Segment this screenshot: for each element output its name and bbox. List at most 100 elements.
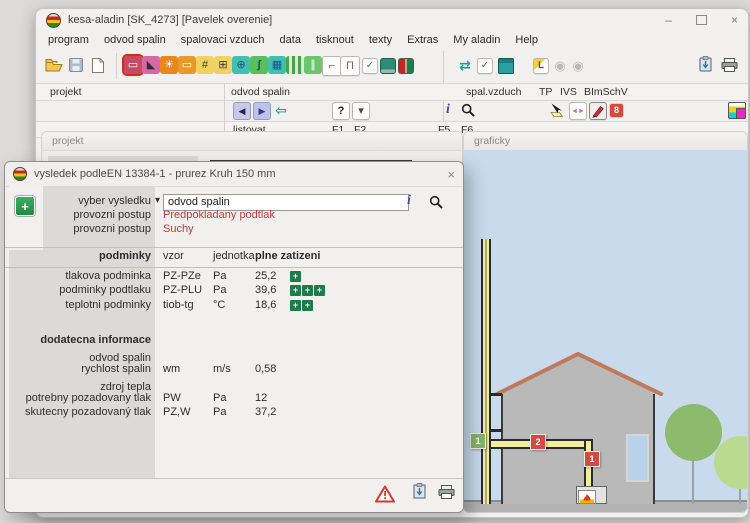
- search-f6-icon[interactable]: [460, 102, 476, 118]
- save-icon[interactable]: [67, 56, 85, 74]
- col-header-podminky: podminky: [13, 250, 151, 262]
- marker-pen-icon[interactable]: [589, 102, 607, 120]
- pointer-select-icon[interactable]: [549, 102, 565, 118]
- projekt-panel-header: projekt: [42, 132, 462, 151]
- browse-forward-icon[interactable]: ▶: [253, 102, 271, 120]
- menu-texty[interactable]: texty: [369, 34, 392, 46]
- segment-badge-2[interactable]: 2: [530, 434, 546, 450]
- browse-back-icon[interactable]: ◀: [233, 102, 251, 120]
- window-orange-icon[interactable]: ▭: [178, 56, 196, 74]
- extra-row: skutecny pozadovaný tlak PZ,W Pa 37,2: [5, 406, 463, 420]
- menu-extras[interactable]: Extras: [407, 34, 438, 46]
- col-header-vzor: vzor: [163, 250, 184, 262]
- warning-icon: [375, 485, 395, 508]
- menu-program[interactable]: program: [48, 34, 89, 46]
- provozni-value: Predpokladany podtlak: [163, 209, 275, 221]
- red-green-toggle-icon[interactable]: [398, 58, 414, 74]
- menu-bar: program odvod spalin spalovaci vzduch da…: [36, 31, 748, 49]
- dialog-print-icon[interactable]: [438, 485, 455, 504]
- building-scene: 1 2 1: [464, 150, 747, 512]
- grid-teal-icon[interactable]: ▦: [268, 56, 286, 74]
- info-f5-icon[interactable]: i: [440, 102, 456, 118]
- menu-data[interactable]: data: [280, 34, 301, 46]
- select-caret-icon[interactable]: ▾: [155, 195, 160, 206]
- pipe-icon[interactable]: ⌐: [322, 56, 342, 76]
- label-projekt: projekt: [50, 86, 82, 98]
- air-check-icon[interactable]: ✓: [477, 58, 493, 74]
- help-f1-button[interactable]: ?: [332, 102, 350, 120]
- segment-badge-1[interactable]: 1: [584, 451, 600, 467]
- flue-window-icon[interactable]: ▭: [124, 56, 142, 74]
- table-row: tlakova podminka PZ-PZe Pa 25,2 +: [5, 270, 463, 284]
- extra-info-title: dodatecna informace: [13, 334, 151, 346]
- toolbar-row1: ▭ ◣ ☀ ▭ # ⊞ ⊕ ∫ ▦ ∥ ⌐ Π ✓ ⇄ ✓ L ◉ ◉: [36, 49, 748, 83]
- provozni-label: provozni postup: [13, 223, 151, 235]
- curve-icon[interactable]: ∫: [250, 56, 268, 74]
- table-row: teplotni podminky tiob-tg °C 18,6 ++: [5, 299, 463, 313]
- air-box-icon[interactable]: [498, 58, 514, 74]
- air-swap-icon[interactable]: ⇄: [456, 56, 474, 74]
- open-project-icon[interactable]: [45, 56, 63, 74]
- minimize-button[interactable]: –: [665, 13, 672, 27]
- menu-my-aladin[interactable]: My aladin: [453, 34, 500, 46]
- col-header-plne-zatizeni: plne zatizeni: [255, 250, 320, 262]
- label-ivs: IVS: [560, 86, 577, 98]
- dialog-title-bar: vysledek podleEN 13384-1 - prurez Kruh 1…: [5, 162, 463, 187]
- chimney-bracket: [491, 429, 502, 432]
- clipboard-icon[interactable]: [696, 55, 714, 73]
- menu-spalovaci-vzduch[interactable]: spalovaci vzduch: [181, 34, 265, 46]
- roof: [493, 350, 665, 396]
- house-window: [626, 434, 649, 482]
- return-arrow-icon[interactable]: ⇦: [273, 102, 289, 118]
- result-ok-badges: +++: [290, 285, 325, 296]
- toolbar-divider: [116, 53, 117, 79]
- split-bars-icon[interactable]: ∥: [304, 56, 322, 74]
- monitor-icon[interactable]: [380, 58, 396, 74]
- new-document-icon[interactable]: [89, 56, 107, 74]
- tree-crown-dark: [665, 404, 722, 461]
- select-label: vyber vysledku: [13, 195, 151, 207]
- title-bar: kesa-aladin [SK_4273] [Pavelek overenie]…: [36, 9, 748, 31]
- result-ok-badges: +: [290, 271, 301, 282]
- chimney-pipe: [481, 239, 491, 504]
- close-button[interactable]: ×: [731, 13, 738, 27]
- node-badge-green[interactable]: 1: [470, 433, 486, 449]
- tp-icon[interactable]: L: [533, 58, 549, 74]
- mirror-arrows-icon[interactable]: ◄►: [569, 102, 587, 120]
- sun-icon[interactable]: ☀: [160, 56, 178, 74]
- label-tp: TP: [539, 86, 552, 98]
- fire-icon: [578, 490, 596, 504]
- dialog-clipboard-icon[interactable]: [413, 483, 426, 504]
- menu-help[interactable]: Help: [515, 34, 538, 46]
- window-title: kesa-aladin [SK_4273] [Pavelek overenie]: [68, 14, 272, 26]
- bars-icon: [286, 56, 304, 74]
- toolbar-row2: ◀ ▶ ⇦ ? ▾ i ◄► 8: [36, 100, 748, 121]
- dialog-logo-icon: [13, 167, 27, 181]
- check-option-icon[interactable]: ✓: [362, 58, 378, 74]
- section-icon[interactable]: #: [196, 56, 214, 74]
- number-8-icon[interactable]: 8: [609, 103, 624, 118]
- label-odvod-spalin: odvod spalin: [231, 86, 290, 98]
- crosshair-icon[interactable]: ⊕: [232, 56, 250, 74]
- grid-window-icon[interactable]: ⊞: [214, 56, 232, 74]
- menu-tisknout[interactable]: tisknout: [316, 34, 354, 46]
- table-row: podminky podtlaku PZ-PLU Pa 39,6 +++: [5, 284, 463, 298]
- app-logo-icon: [46, 13, 61, 28]
- chimney-chart-icon[interactable]: ◣: [142, 56, 160, 74]
- ivs-icon-disabled: ◉: [553, 58, 567, 72]
- label-spal-vzduch: spal.vzduch: [466, 86, 521, 98]
- color-palette-corner: [736, 108, 746, 119]
- extra-row: potrebny pozadovany tlak PW Pa 12: [5, 392, 463, 406]
- col-header-jednotka: jednotka: [213, 250, 255, 262]
- menu-odvod-spalin[interactable]: odvod spalin: [104, 34, 166, 46]
- print-icon[interactable]: [720, 56, 738, 74]
- dialog-close-icon[interactable]: ×: [447, 167, 455, 182]
- bimschv-icon-disabled: ◉: [571, 58, 585, 72]
- chimney-bracket: [491, 393, 502, 396]
- maximize-button[interactable]: [696, 15, 707, 25]
- pipe-tee-icon[interactable]: Π: [340, 56, 360, 76]
- dialog-info-icon[interactable]: i: [407, 193, 411, 209]
- graficky-panel-header: graficky: [464, 132, 747, 151]
- label-bimschv: BImSchV: [584, 86, 628, 98]
- dropdown-f2-button[interactable]: ▾: [352, 102, 370, 120]
